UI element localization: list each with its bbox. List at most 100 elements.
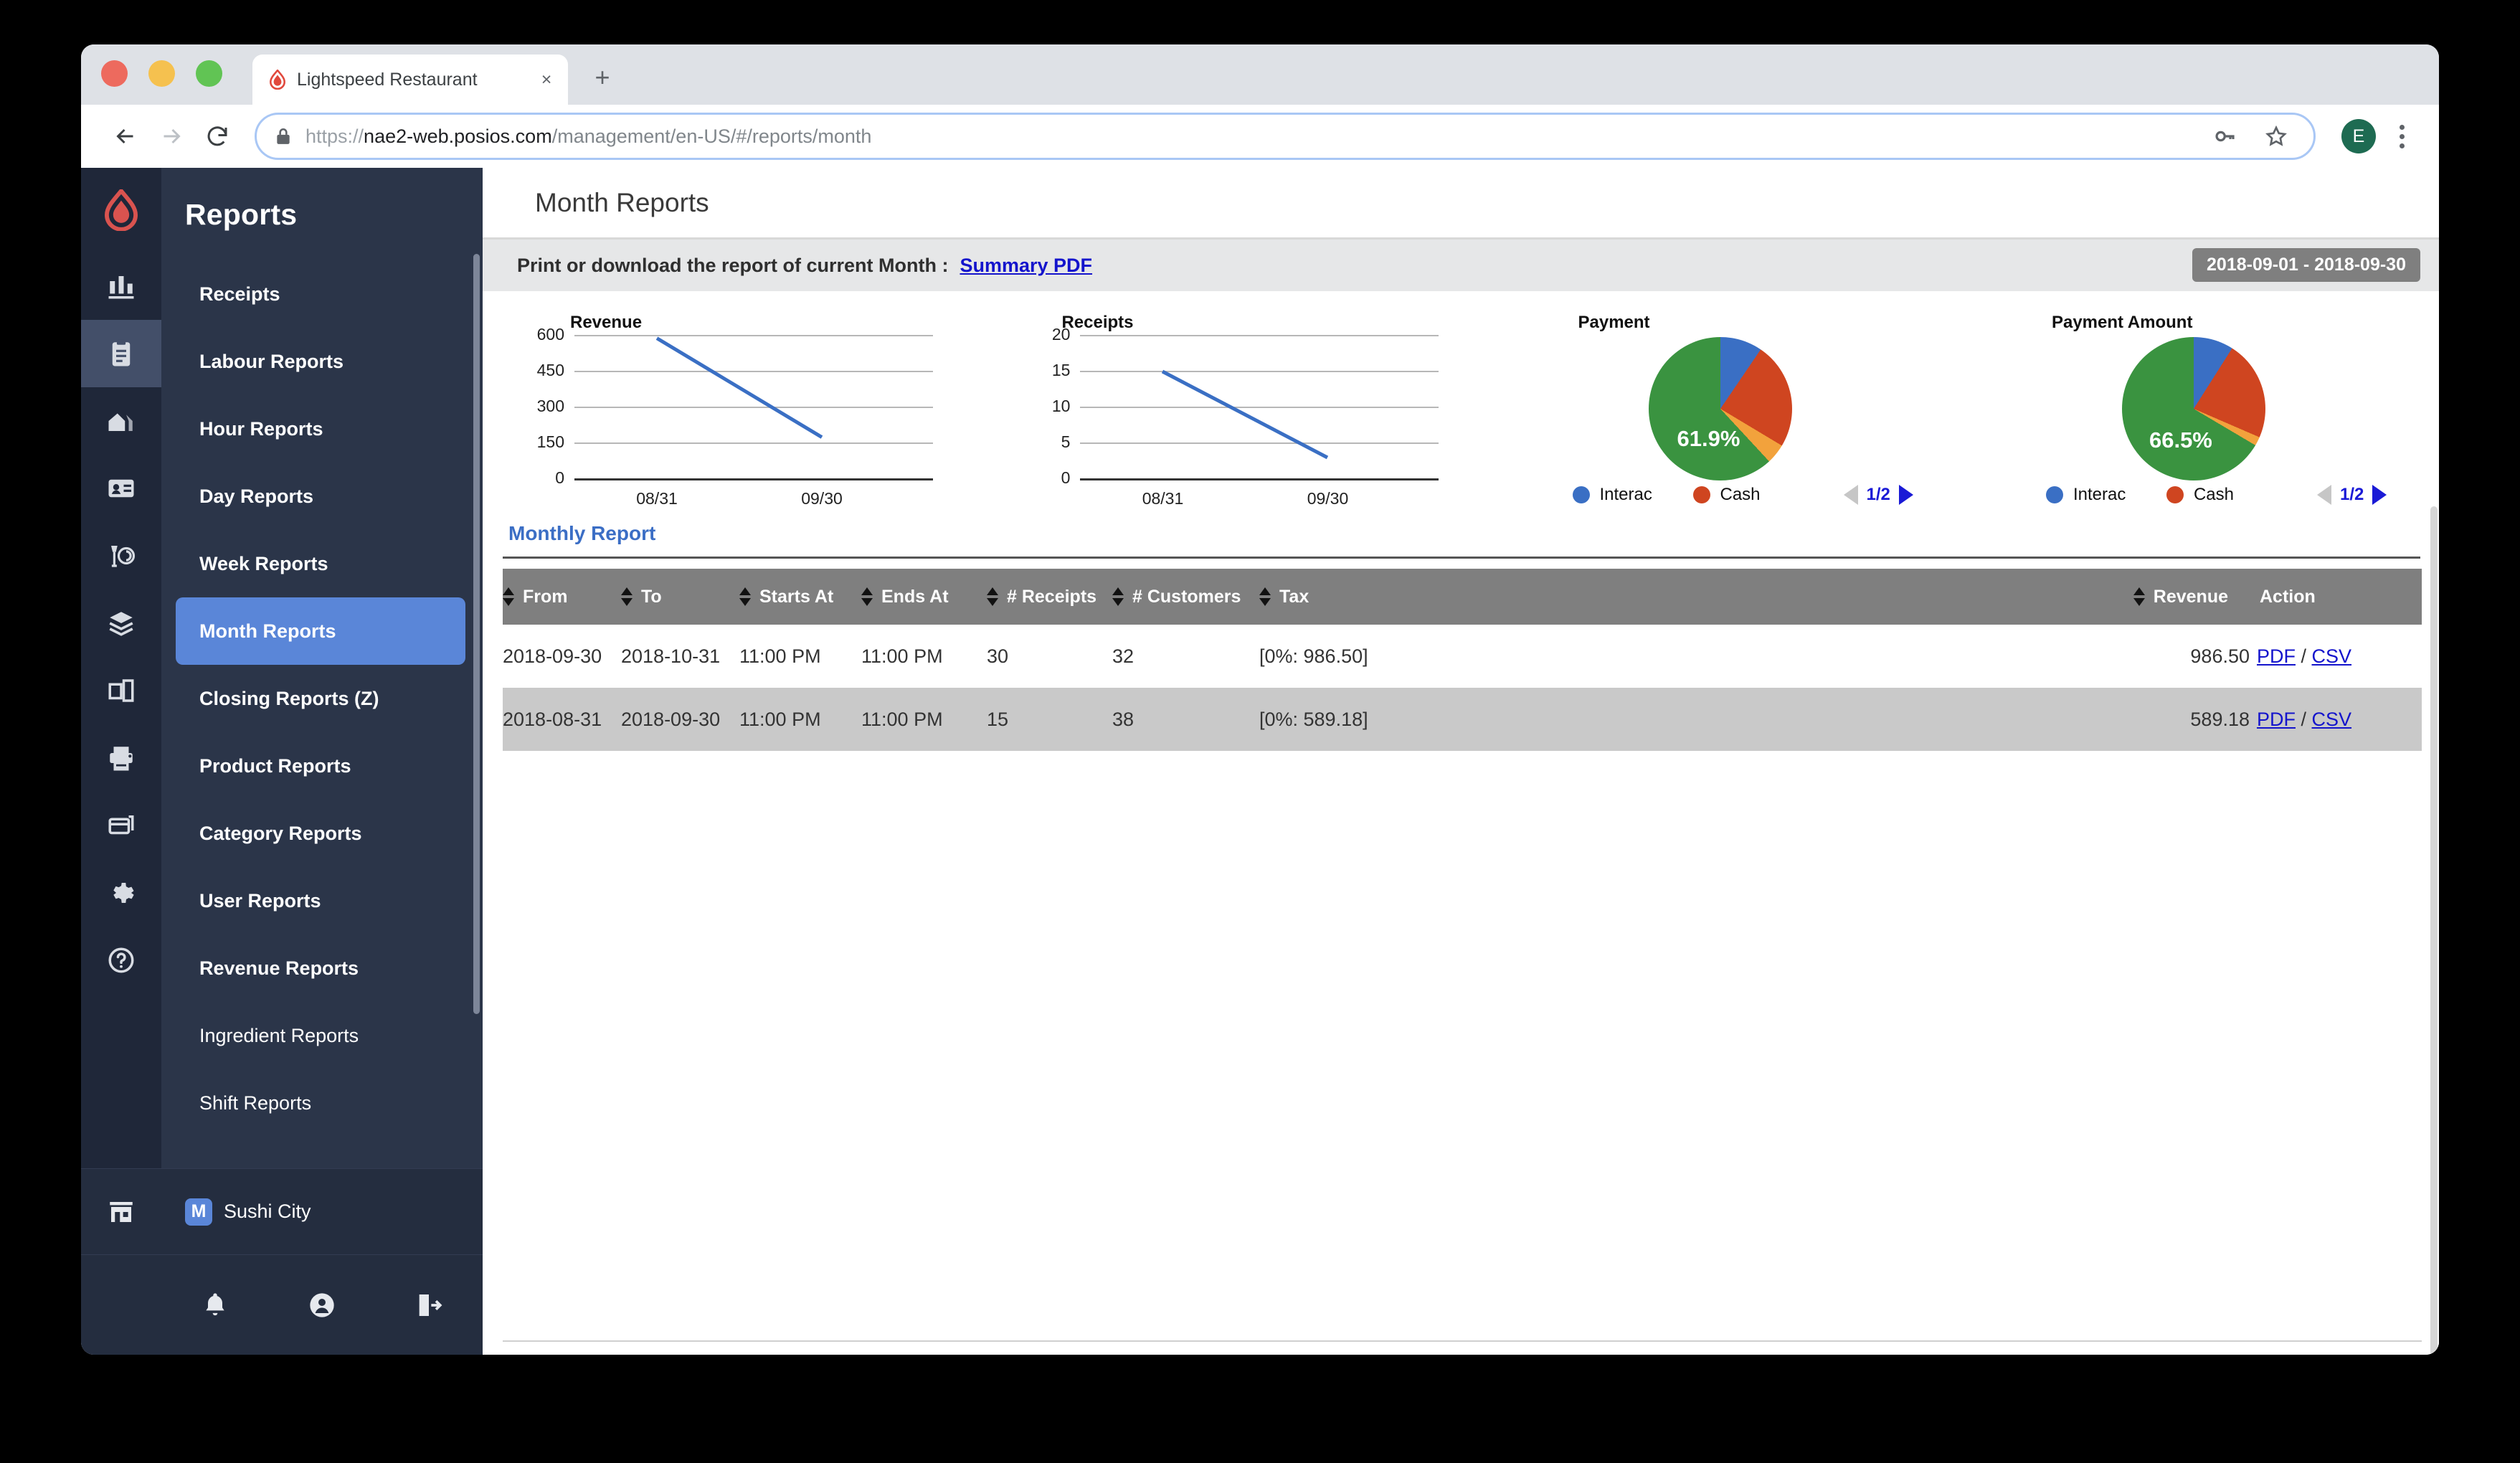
sidebar-item-label: Month Reports <box>199 620 336 642</box>
summary-pdf-link[interactable]: Summary PDF <box>960 255 1092 277</box>
sidebar-item-category-reports[interactable]: Category Reports <box>176 800 465 867</box>
sidebar-item-week-reports[interactable]: Week Reports <box>176 530 465 597</box>
sidebar-item-ingredient-reports[interactable]: Ingredient Reports <box>176 1002 465 1069</box>
sort-arrows-icon[interactable] <box>621 586 633 607</box>
pager-next-icon[interactable] <box>1898 485 1913 505</box>
table-cell-tax: [0%: 589.18] <box>1259 708 1368 730</box>
payment-legend-cash: Cash <box>1692 485 1761 505</box>
table-header-to[interactable]: To <box>621 569 739 625</box>
dining-icon[interactable] <box>81 522 161 590</box>
sidebar-item-labour-reports[interactable]: Labour Reports <box>176 328 465 395</box>
content-scrollbar[interactable] <box>2430 506 2438 1355</box>
minimize-window-button[interactable] <box>148 60 175 87</box>
address-bar[interactable]: https://nae2-web.posios.com/management/e… <box>255 113 2316 160</box>
sort-arrows-icon[interactable] <box>1259 586 1271 607</box>
page-title: Month Reports <box>535 187 709 217</box>
table-header-revenue[interactable]: Revenue <box>2070 569 2257 625</box>
table-header-label: Action <box>2260 586 2316 607</box>
gear-icon[interactable] <box>81 859 161 927</box>
printer-icon[interactable] <box>81 724 161 792</box>
layers-icon[interactable] <box>81 590 161 657</box>
table-header-starts-at[interactable]: Starts At <box>739 569 861 625</box>
x-axis-tick: 09/30 <box>1307 489 1349 508</box>
close-tab-button[interactable]: × <box>536 70 556 90</box>
key-icon[interactable] <box>2206 118 2243 155</box>
pager-prev-icon[interactable] <box>2316 485 2331 505</box>
table-header-ends-at[interactable]: Ends At <box>861 569 987 625</box>
forward-arrow-icon[interactable] <box>148 113 194 159</box>
app-viewport: Reports Receipts Labour Reports Hour Repor… <box>81 168 2439 1355</box>
table-row[interactable]: 2018-09-30 2018-10-31 11:00 PM 11:00 PM 30 32… <box>503 625 2422 688</box>
table-header-receipts[interactable]: # Receipts <box>987 569 1112 625</box>
sidebar-item-revenue-reports[interactable]: Revenue Reports <box>176 934 465 1002</box>
sort-arrows-icon[interactable] <box>503 586 514 607</box>
pdf-link[interactable]: PDF <box>2257 645 2296 667</box>
y-axis-tick: 0 <box>1061 468 1071 487</box>
store-icon[interactable] <box>81 1168 161 1254</box>
store-selector[interactable]: M Sushi City <box>161 1168 483 1254</box>
sidebar-item-shift-reports[interactable]: Shift Reports <box>176 1069 465 1137</box>
table-cell-starts-at: 11:00 PM <box>739 708 821 730</box>
sidebar-item-closing-reports-z[interactable]: Closing Reports (Z) <box>176 665 465 732</box>
sidebar-item-day-reports[interactable]: Day Reports <box>176 463 465 530</box>
bell-icon[interactable] <box>161 1291 268 1320</box>
table-row[interactable]: 2018-08-31 2018-09-30 11:00 PM 11:00 PM 15 38… <box>503 688 2422 751</box>
table-header-tax[interactable]: Tax <box>1259 569 2070 625</box>
new-tab-button[interactable]: + <box>587 62 618 93</box>
table-cell-to: 2018-10-31 <box>621 645 721 667</box>
close-window-button[interactable] <box>101 60 128 87</box>
sidebar-item-hour-reports[interactable]: Hour Reports <box>176 395 465 463</box>
revenue-chart: Revenue 0 150 300 450 600 08/31 09/30 <box>483 304 1004 508</box>
venue-icon[interactable] <box>81 387 161 455</box>
bar-chart-icon[interactable] <box>81 252 161 320</box>
date-range-badge: 2018-09-01 - 2018-09-30 <box>2192 248 2420 282</box>
legend-dot-interac <box>1572 486 1590 503</box>
payment-amount-legend-cash: Cash <box>2166 485 2234 505</box>
sort-arrows-icon[interactable] <box>739 586 751 607</box>
sort-arrows-icon[interactable] <box>1112 586 1124 607</box>
csv-link[interactable]: CSV <box>2312 645 2352 667</box>
id-card-icon[interactable] <box>81 455 161 522</box>
maximize-window-button[interactable] <box>196 60 222 87</box>
card-icon[interactable] <box>81 792 161 859</box>
sidebar-item-month-reports[interactable]: Month Reports <box>176 597 465 665</box>
table-header-row: From To Starts At Ends At # Receipts # Custom… <box>503 569 2422 625</box>
pager-label: 1/2 <box>2339 485 2364 504</box>
pdf-link[interactable]: PDF <box>2257 709 2296 730</box>
sort-arrows-icon[interactable] <box>861 586 873 607</box>
profile-avatar[interactable]: E <box>2341 119 2376 153</box>
table-header-from[interactable]: From <box>503 569 621 625</box>
table-header-customers[interactable]: # Customers <box>1112 569 1259 625</box>
clipboard-icon[interactable] <box>81 320 161 387</box>
sidebar-item-user-reports[interactable]: User Reports <box>176 867 465 934</box>
sort-arrows-icon[interactable] <box>2133 586 2145 607</box>
pager-next-icon[interactable] <box>2372 485 2387 505</box>
payment-legend-interac: Interac <box>1572 485 1652 505</box>
sort-arrows-icon[interactable] <box>987 586 998 607</box>
window-traffic-lights <box>101 44 222 105</box>
csv-link[interactable]: CSV <box>2312 709 2352 730</box>
gridline <box>574 442 933 444</box>
y-axis-tick: 20 <box>1051 325 1071 344</box>
back-arrow-icon[interactable] <box>103 113 148 159</box>
browser-toolbar: https://nae2-web.posios.com/management/e… <box>81 105 2439 168</box>
sidebar-scrollbar[interactable] <box>473 254 480 1014</box>
store-badge: M <box>185 1198 212 1226</box>
table-header-label: Revenue <box>2153 586 2228 607</box>
lightspeed-favicon-icon <box>268 69 287 90</box>
star-icon[interactable] <box>2258 118 2295 155</box>
help-icon[interactable] <box>81 927 161 994</box>
browser-tab[interactable]: Lightspeed Restaurant × <box>252 55 568 105</box>
sidebar-item-receipts[interactable]: Receipts <box>176 260 465 328</box>
logout-icon[interactable] <box>376 1291 483 1320</box>
y-axis-tick: 600 <box>536 325 564 344</box>
payment-amount-pie-data-label: 66.5% <box>2149 427 2212 453</box>
sidebar-item-product-reports[interactable]: Product Reports <box>176 732 465 800</box>
table-cell-starts-at: 11:00 PM <box>739 645 821 667</box>
devices-icon[interactable] <box>81 657 161 724</box>
reload-icon[interactable] <box>194 113 240 159</box>
user-icon[interactable] <box>268 1291 375 1320</box>
pager-prev-icon[interactable] <box>1843 485 1858 505</box>
kebab-menu-icon[interactable] <box>2386 115 2417 158</box>
monthly-report-title[interactable]: Monthly Report <box>503 506 2420 559</box>
